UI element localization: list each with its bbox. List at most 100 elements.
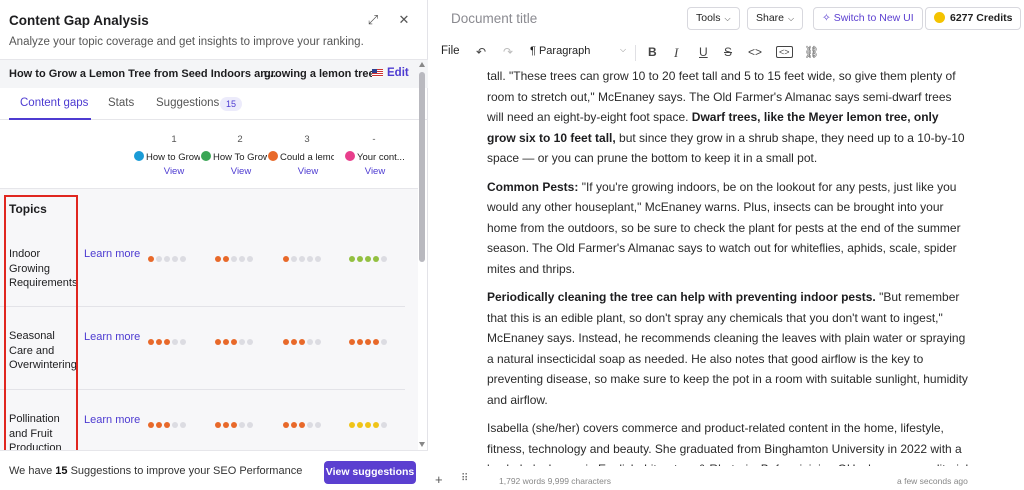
panel-title: Content Gap Analysis: [9, 13, 149, 28]
coverage-dot: [381, 422, 387, 428]
panel-scrollbar[interactable]: [419, 62, 425, 448]
coverage-dot: [164, 256, 170, 262]
learn-more-link[interactable]: Learn more: [84, 331, 140, 343]
coverage-dot: [180, 339, 186, 345]
coverage-dots: [349, 334, 389, 345]
coverage-dot: [223, 422, 229, 428]
coverage-dot: [299, 339, 305, 345]
doc-text-run: Common Pests:: [487, 179, 579, 194]
share-dropdown[interactable]: Share ⌵: [747, 7, 804, 30]
site-favicon-icon: [345, 151, 355, 161]
pilcrow-icon: ¶: [530, 45, 539, 57]
footer-summary: We have 15 Suggestions to improve your S…: [9, 465, 303, 477]
tab-content-gaps[interactable]: Content gaps: [20, 97, 88, 109]
scroll-thumb[interactable]: [419, 72, 425, 262]
coverage-dots: [148, 334, 188, 345]
coverage-dot: [307, 422, 313, 428]
paragraph-style-select[interactable]: ¶ Paragraph ⌵: [530, 45, 626, 57]
doc-text-run: "But remember that this is an edible pla…: [487, 290, 968, 407]
close-icon[interactable]: ✕: [396, 12, 412, 28]
coverage-dot: [283, 339, 289, 345]
coverage-dot: [239, 339, 245, 345]
coverage-dot: [239, 422, 245, 428]
coverage-dots: [148, 417, 188, 428]
strikethrough-icon[interactable]: S: [724, 45, 732, 59]
tab-suggestions[interactable]: Suggestions: [156, 97, 219, 109]
coverage-dot: [291, 256, 297, 262]
document-editor: Document title Tools ⌵ Share ⌵ ✧ Switch to…: [429, 0, 1024, 490]
doc-paragraph: Common Pests: "If you're growing indoors…: [487, 177, 969, 280]
tools-dropdown[interactable]: Tools ⌵: [687, 7, 740, 30]
competitor-view-link[interactable]: View: [159, 166, 189, 177]
article-title: How to Grow a Lemon Tree from Seed Indoo…: [9, 68, 277, 80]
coverage-dot: [247, 339, 253, 345]
competitor-name: Your cont...: [345, 151, 411, 163]
scroll-up-icon[interactable]: [419, 62, 425, 67]
coverage-dot: [357, 422, 363, 428]
coverage-dot: [231, 339, 237, 345]
coverage-dot: [307, 256, 313, 262]
coverage-dot: [172, 422, 178, 428]
underline-icon[interactable]: U: [699, 45, 708, 59]
coverage-dot: [164, 339, 170, 345]
coverage-dot: [215, 422, 221, 428]
italic-icon[interactable]: I: [674, 45, 678, 61]
competitor-view-link[interactable]: View: [360, 166, 390, 177]
file-menu[interactable]: File: [441, 45, 460, 57]
add-block-icon[interactable]: +: [435, 472, 443, 487]
coverage-dot: [349, 256, 355, 262]
coverage-dots: [148, 251, 188, 262]
content-gap-panel: Content Gap Analysis ⤢ ✕ Analyze your to…: [0, 0, 428, 490]
coverage-dot: [349, 339, 355, 345]
coverage-dot: [215, 256, 221, 262]
coverage-dots: [215, 334, 255, 345]
scroll-down-icon[interactable]: [419, 442, 425, 447]
coverage-dot: [381, 256, 387, 262]
code-block-icon[interactable]: <>: [776, 46, 793, 58]
competitor-view-link[interactable]: View: [226, 166, 256, 177]
coverage-dot: [291, 422, 297, 428]
coverage-dot: [156, 422, 162, 428]
undo-icon[interactable]: ↶: [476, 45, 486, 59]
doc-text-run: Periodically cleaning the tree can help …: [487, 290, 876, 304]
coverage-dots: [283, 334, 323, 345]
edit-link[interactable]: Edit: [387, 67, 409, 79]
chevron-down-icon: ⌵: [788, 14, 795, 23]
document-body[interactable]: tall. "These trees can grow 10 to 20 fee…: [487, 66, 969, 466]
sparkle-icon: ✧: [822, 12, 834, 24]
coverage-dots: [283, 417, 323, 428]
learn-more-link[interactable]: Learn more: [84, 248, 140, 260]
competitor-view-link[interactable]: View: [293, 166, 323, 177]
coverage-dot: [315, 256, 321, 262]
tab-stats[interactable]: Stats: [108, 97, 134, 109]
switch-new-ui-button[interactable]: ✧ Switch to New UI: [813, 7, 923, 30]
view-suggestions-button[interactable]: View suggestions: [324, 461, 416, 484]
editor-toolbar: File ↶ ↷ ¶ Paragraph ⌵ B I U S <> <> ⛓: [429, 40, 1024, 66]
code-icon[interactable]: <>: [748, 45, 762, 59]
bold-icon[interactable]: B: [648, 45, 657, 59]
coverage-dot: [349, 422, 355, 428]
doc-text-run: Isabella (she/her) covers commerce and p…: [487, 421, 968, 466]
active-tab-indicator: [9, 118, 91, 120]
coverage-dot: [148, 256, 154, 262]
coverage-dot: [365, 256, 371, 262]
suggestions-count-badge: 15: [220, 97, 243, 111]
drag-handle-icon[interactable]: ⠿: [461, 473, 468, 484]
coverage-dot: [373, 339, 379, 345]
coverage-dot: [223, 256, 229, 262]
coverage-dot: [307, 339, 313, 345]
credits-button[interactable]: 6277 Credits: [925, 7, 1022, 30]
learn-more-link[interactable]: Learn more: [84, 414, 140, 426]
topics-highlight-box: [4, 195, 78, 453]
link-icon[interactable]: ⛓: [804, 45, 819, 59]
status-bar: + ⠿ 1,792 words 9,999 characters a few s…: [429, 470, 1024, 490]
redo-icon[interactable]: ↷: [503, 45, 513, 59]
coverage-dot: [180, 256, 186, 262]
coverage-dot: [231, 422, 237, 428]
doc-paragraph: Isabella (she/her) covers commerce and p…: [487, 418, 969, 466]
coverage-dot: [148, 339, 154, 345]
expand-icon[interactable]: ⤢: [365, 12, 381, 28]
coverage-dot: [373, 256, 379, 262]
document-title-input[interactable]: Document title: [451, 11, 537, 26]
toolbar-divider: [635, 45, 636, 61]
